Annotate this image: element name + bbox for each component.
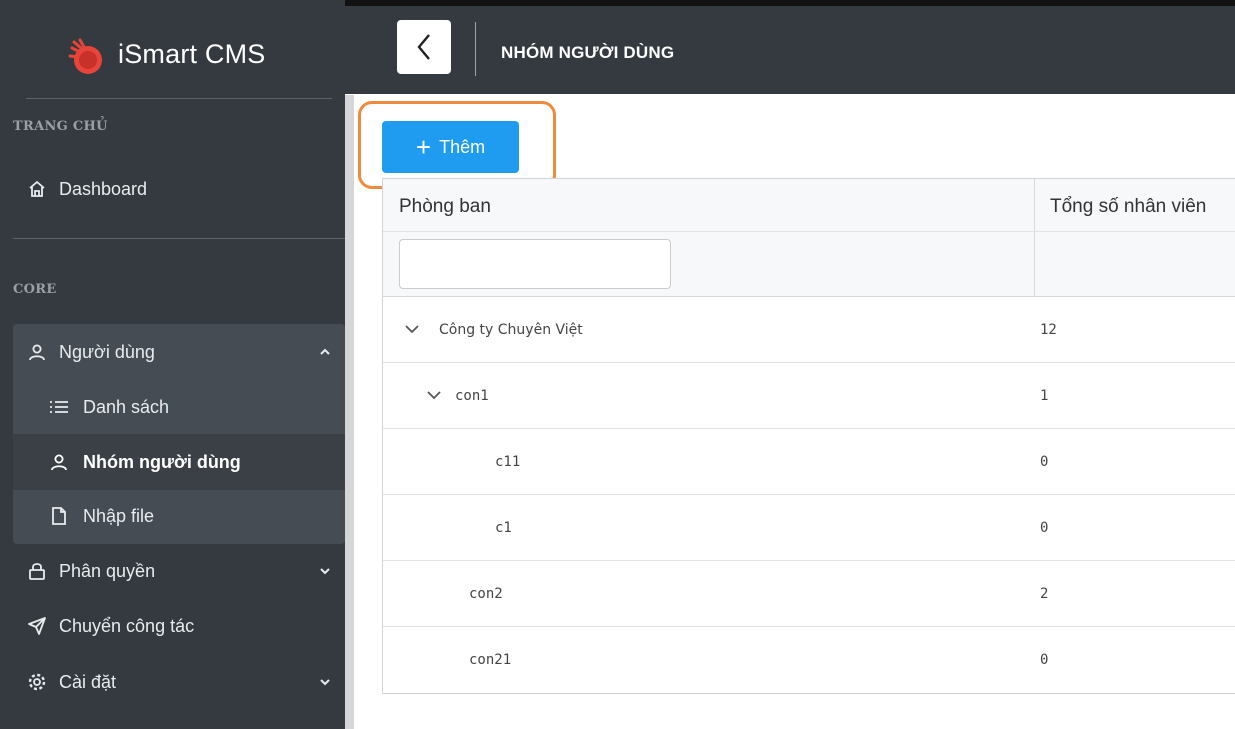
employee-count: 0 xyxy=(1040,453,1049,470)
sidebar-item-label: Phân quyền xyxy=(59,560,156,581)
employee-count: 1 xyxy=(1040,387,1049,404)
header-row-divider xyxy=(383,231,1235,232)
employee-count: 0 xyxy=(1040,652,1049,668)
section-heading-home: TRANG CHỦ xyxy=(13,119,108,134)
list-icon xyxy=(49,397,69,417)
row-name-cell: con2 xyxy=(469,586,503,602)
sidebar-item-dashboard[interactable]: Dashboard xyxy=(13,161,345,217)
top-header: NHÓM NGƯỜI DÙNG xyxy=(345,6,1235,94)
chevron-down-icon[interactable] xyxy=(425,390,443,402)
sidebar-item-label: Cài đặt xyxy=(59,671,117,692)
department-name: con2 xyxy=(469,585,503,602)
back-button[interactable] xyxy=(397,20,451,74)
employee-count: 2 xyxy=(1040,585,1049,602)
user-icon xyxy=(49,452,69,472)
sidebar-divider xyxy=(26,98,332,99)
row-name-cell: c1 xyxy=(495,520,512,536)
row-name-cell: Công ty Chuyên Việt xyxy=(403,322,583,338)
table-header: Phòng ban Tổng số nhân viên xyxy=(383,179,1235,297)
user-icon xyxy=(27,342,47,362)
row-name-cell: con1 xyxy=(425,388,489,404)
sidebar-item-label: Chuyển công tác xyxy=(59,615,195,636)
table-row[interactable]: c11 0 xyxy=(383,429,1235,495)
department-tree-table: Phòng ban Tổng số nhân viên Công ty Chuy… xyxy=(382,178,1235,694)
logo-icon xyxy=(68,38,102,74)
sidebar-item-user-groups[interactable]: Nhóm người dùng xyxy=(13,434,345,490)
department-name: c11 xyxy=(495,453,521,470)
sidebar-item-import-file[interactable]: Nhập file xyxy=(13,488,345,544)
department-name: c1 xyxy=(495,519,512,536)
row-name-cell: con21 xyxy=(469,652,511,668)
table-row[interactable]: Công ty Chuyên Việt 12 xyxy=(383,297,1235,363)
section-heading-core: CORE xyxy=(13,282,57,297)
column-divider xyxy=(1034,179,1035,297)
plus-icon: + xyxy=(415,132,432,162)
chevron-down-icon xyxy=(319,676,331,688)
add-button[interactable]: + Thêm xyxy=(382,121,519,173)
employee-count: 0 xyxy=(1040,519,1049,536)
chevron-left-icon xyxy=(417,34,430,60)
sidebar: iSmart CMS TRANG CHỦ Dashboard CORE Ngườ… xyxy=(0,0,345,729)
column-header-department[interactable]: Phòng ban xyxy=(399,196,491,218)
header-divider xyxy=(475,22,476,76)
page-title: NHÓM NGƯỜI DÙNG xyxy=(501,43,675,62)
department-name: Công ty Chuyên Việt xyxy=(439,321,583,338)
sidebar-divider xyxy=(13,238,345,239)
chevron-up-icon xyxy=(319,346,331,358)
department-filter-input[interactable] xyxy=(399,239,671,289)
chevron-down-icon xyxy=(319,565,331,577)
table-row[interactable]: c1 0 xyxy=(383,495,1235,561)
sidebar-item-label: Nhóm người dùng xyxy=(83,451,241,472)
chevron-down-icon[interactable] xyxy=(403,324,421,336)
table-row[interactable]: con1 1 xyxy=(383,363,1235,429)
table-row[interactable]: con2 2 xyxy=(383,561,1235,627)
add-button-label: Thêm xyxy=(439,136,486,157)
sidebar-item-users[interactable]: Người dùng xyxy=(13,324,345,380)
lock-icon xyxy=(27,561,47,581)
sidebar-item-label: Dashboard xyxy=(59,178,148,199)
row-name-cell: c11 xyxy=(495,454,520,470)
send-icon xyxy=(27,616,47,636)
sidebar-item-label: Người dùng xyxy=(59,341,155,362)
file-icon xyxy=(49,506,69,526)
sidebar-item-label: Nhập file xyxy=(83,505,155,526)
home-icon xyxy=(27,179,47,199)
sidebar-item-permissions[interactable]: Phân quyền xyxy=(13,543,345,599)
department-name: con21 xyxy=(469,652,512,668)
sidebar-item-transfer[interactable]: Chuyển công tác xyxy=(13,598,345,654)
sidebar-item-label: Danh sách xyxy=(83,396,170,417)
table-row[interactable]: con21 0 xyxy=(383,627,1235,693)
sidebar-scroll-edge xyxy=(345,95,354,729)
brand[interactable]: iSmart CMS xyxy=(0,6,345,98)
app-title: iSmart CMS xyxy=(118,39,266,69)
employee-count: 12 xyxy=(1040,321,1057,338)
gear-icon xyxy=(27,672,47,692)
sidebar-item-list[interactable]: Danh sách xyxy=(13,379,345,435)
sidebar-item-settings[interactable]: Cài đặt xyxy=(13,654,345,710)
column-header-total-employees[interactable]: Tổng số nhân viên xyxy=(1050,196,1206,218)
department-name: con1 xyxy=(455,387,489,404)
